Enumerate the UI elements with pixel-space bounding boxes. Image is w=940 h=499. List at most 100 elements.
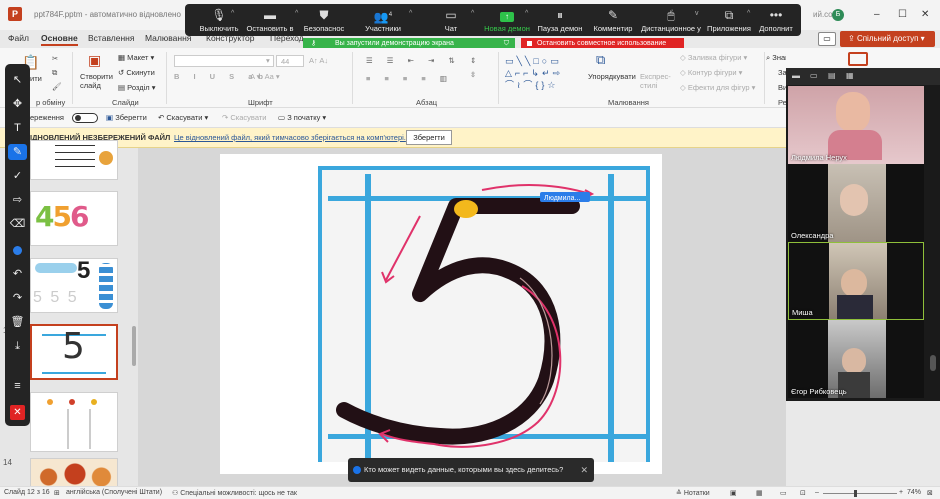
zoom-out-icon[interactable]: –: [815, 489, 819, 496]
chevron-down-icon[interactable]: v: [695, 10, 699, 17]
account-avatar[interactable]: Б: [832, 9, 844, 21]
new-slide-button[interactable]: Створити слайд: [80, 72, 116, 90]
zoom-level[interactable]: 74%: [907, 489, 921, 496]
new-share-button[interactable]: ↑ Новая демон: [481, 4, 533, 36]
alignment-buttons[interactable]: ≡ ≡ ≡ ≡ ▥: [366, 74, 453, 83]
stamp-check-icon[interactable]: ✓: [5, 168, 30, 184]
new-slide-icon[interactable]: ▣: [88, 52, 101, 69]
infobar-save-button[interactable]: Зберегти: [406, 130, 452, 145]
participant-tile[interactable]: Єгор Рибковець: [788, 320, 924, 398]
designer-icon[interactable]: [848, 52, 868, 66]
chevron-up-icon[interactable]: ^: [231, 10, 234, 17]
undo-icon[interactable]: ↶: [5, 266, 30, 282]
slide-sorter-icon[interactable]: ▦: [756, 489, 763, 497]
slide-thumbnail[interactable]: [30, 458, 118, 488]
comments-icon[interactable]: ▭: [818, 32, 836, 46]
speaker-view-icon[interactable]: ▭: [810, 71, 818, 80]
spotlight-arrow-icon[interactable]: ⇨: [5, 192, 30, 208]
chat-button[interactable]: ▭ Чат: [429, 4, 473, 36]
align-text-icon[interactable]: ⇳: [470, 70, 476, 79]
zoom-in-icon[interactable]: +: [899, 489, 903, 496]
text-direction-icon[interactable]: ⇕: [470, 56, 476, 65]
sharing-privacy-toast[interactable]: Кто может видеть данные, которыми вы зде…: [348, 458, 594, 482]
undo-button[interactable]: ↶ Скасувати ▾: [158, 113, 208, 122]
accessibility-status[interactable]: ⚇ Спеціальні можливості: щось не так: [172, 489, 297, 497]
slide-thumbnail[interactable]: [30, 392, 118, 452]
section-button[interactable]: ▤ Розділ ▾: [118, 83, 155, 92]
slide-thumbnail-selected[interactable]: 5: [30, 324, 118, 380]
participant-tile[interactable]: Олександра: [788, 164, 924, 242]
minimize-icon[interactable]: ▬: [792, 71, 800, 80]
redo-button[interactable]: ↷ Скасувати: [222, 113, 266, 122]
list-buttons[interactable]: ☰ ☰ ⇤ ⇥ ⇅: [366, 56, 461, 65]
save-download-icon[interactable]: ⤓: [5, 338, 30, 354]
font-color-icon[interactable]: A ▾ Aa ▾: [250, 72, 280, 81]
shapes-gallery[interactable]: ▭╲╲□○▭ △⌐⌐↳↵⇨ ⌒≀⌒{}☆: [505, 55, 585, 91]
tab-home[interactable]: Основне: [41, 33, 78, 46]
close-icon[interactable]: ✕: [580, 458, 588, 482]
mouse-pointer-icon[interactable]: ↖: [5, 72, 30, 88]
format-painter-icon[interactable]: 🖌: [52, 82, 62, 91]
font-name-input[interactable]: [174, 55, 274, 67]
shape-effects-button[interactable]: ◇ Ефекти для фігур ▾: [680, 83, 755, 92]
arrange-icon[interactable]: ⧉: [596, 52, 605, 68]
paste-button[interactable]: ити: [30, 74, 42, 83]
quick-styles-button[interactable]: Експрес-стилі: [640, 72, 674, 90]
eraser-icon[interactable]: ⌫: [5, 216, 30, 232]
pause-share-button[interactable]: ⏸ Пауза демон: [535, 4, 585, 36]
tab-file[interactable]: Файл: [8, 33, 29, 43]
gallery-view-icon[interactable]: ▦: [846, 71, 854, 80]
notes-button[interactable]: ≙ Нотатки: [676, 489, 710, 497]
cut-icon[interactable]: ✂: [52, 54, 58, 63]
shape-fill-button[interactable]: ◇ Заливка фігури ▾: [680, 53, 747, 62]
text-tool-icon[interactable]: T: [5, 120, 30, 136]
thumbnail-scrollbar[interactable]: [132, 326, 136, 366]
chevron-up-icon[interactable]: ^: [409, 10, 412, 17]
arrange-button[interactable]: Упорядкувати: [588, 72, 636, 81]
zoom-slider[interactable]: [823, 493, 897, 494]
mute-button[interactable]: 🎙 Выключить: [197, 4, 241, 36]
shape-outline-button[interactable]: ◇ Контур фігури ▾: [680, 68, 742, 77]
chevron-down-icon[interactable]: ▾: [266, 56, 270, 65]
strip-view-icon[interactable]: ▤: [828, 71, 836, 80]
trash-icon[interactable]: 🗑: [5, 314, 30, 330]
participants-button[interactable]: 👥4 Участники: [359, 4, 407, 36]
redo-icon[interactable]: ↷: [5, 290, 30, 306]
close-icon[interactable]: ✕: [921, 9, 929, 20]
autosave-toggle[interactable]: [72, 113, 98, 123]
gallery-scrollbar[interactable]: [930, 355, 936, 371]
participant-tile[interactable]: Людмила Нерух: [788, 86, 924, 164]
current-slide[interactable]: Людмила...: [220, 154, 662, 474]
chevron-up-icon[interactable]: ^: [471, 10, 474, 17]
chevron-up-icon[interactable]: ^: [525, 10, 528, 17]
share-button[interactable]: ⇪ Спільний доступ ▾: [840, 31, 935, 47]
apps-button[interactable]: ⧉ Приложения: [705, 4, 753, 36]
menu-icon[interactable]: ≡: [5, 378, 30, 394]
infobar-message[interactable]: Це відновлений файл, який тимчасово збер…: [174, 133, 406, 142]
color-picker-icon[interactable]: [13, 246, 22, 255]
maximize-icon[interactable]: ☐: [898, 9, 907, 20]
normal-view-icon[interactable]: ▣: [730, 489, 737, 497]
close-annotation-icon[interactable]: ✕: [10, 405, 25, 420]
reset-button[interactable]: ↺ Скинути: [118, 68, 155, 77]
reading-view-icon[interactable]: ▭: [780, 489, 787, 497]
increase-font-icon[interactable]: A↑ A↓: [309, 56, 328, 65]
layout-button[interactable]: ▦ Макет ▾: [118, 53, 154, 62]
remote-control-button[interactable]: 🖱 Дистанционное у: [639, 4, 703, 36]
minimize-icon[interactable]: –: [874, 9, 880, 20]
fit-slide-icon[interactable]: ⊠: [927, 489, 933, 497]
select-move-icon[interactable]: ✥: [5, 96, 30, 112]
chevron-up-icon[interactable]: ^: [295, 10, 298, 17]
tab-draw[interactable]: Малювання: [145, 33, 191, 43]
annotate-button[interactable]: ✎ Комментир: [589, 4, 637, 36]
security-button[interactable]: ⛊ Безопаснос: [299, 4, 349, 36]
more-button[interactable]: ••• Дополнит: [755, 4, 797, 36]
tab-insert[interactable]: Вставлення: [88, 33, 134, 43]
slideshow-icon[interactable]: ⊡: [800, 489, 806, 497]
draw-pen-icon[interactable]: ✎: [8, 144, 27, 160]
chevron-up-icon[interactable]: ^: [747, 10, 750, 17]
stop-video-button[interactable]: ▬ Остановить в: [243, 4, 297, 36]
slide-thumbnail[interactable]: 5 5 5 5: [30, 258, 118, 313]
slide-thumbnail[interactable]: [30, 140, 118, 180]
language-status[interactable]: англійська (Сполучені Штати): [66, 489, 162, 496]
